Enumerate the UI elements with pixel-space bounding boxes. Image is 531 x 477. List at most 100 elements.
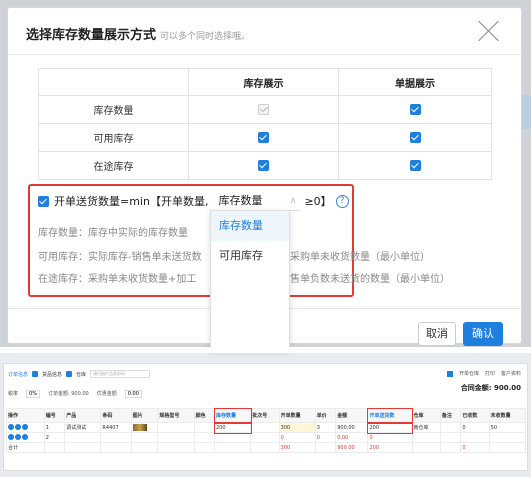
cell-batch[interactable] [250, 432, 280, 443]
help-icon[interactable]: ? [335, 194, 349, 208]
row-actions[interactable] [6, 432, 45, 443]
col-stock: 库存数量 [213, 407, 252, 424]
checkbox-transit-inventory[interactable] [258, 159, 269, 171]
barcode-search-input[interactable]: 请扫描产品条形码 [90, 370, 151, 378]
dropdown-option-stock[interactable]: 库存数量 [211, 211, 289, 241]
chevron-up-icon: ∧ [289, 196, 297, 206]
copy-icon[interactable] [15, 434, 21, 441]
total-deliver: 200 [367, 442, 413, 453]
cell-batch[interactable] [250, 422, 280, 433]
col-warehouse: 仓库 [411, 408, 441, 423]
copy-icon[interactable] [15, 424, 21, 431]
formula-checkbox[interactable] [38, 195, 49, 207]
header-divider [8, 54, 521, 55]
checkbox-open-warehouse[interactable] [446, 370, 453, 377]
cell-unreceived [488, 432, 527, 443]
tab-order-info[interactable]: 订单信息 [8, 371, 28, 378]
col-amount: 金额 [335, 408, 369, 423]
total-value: 900.00 [493, 384, 521, 392]
cell-warehouse[interactable]: 南仓库 [411, 422, 441, 433]
table-header-row: 操作 编号 产品 条码 图片 规格型号 颜色 库存数量 批次号 开单数量 单价 … [6, 407, 527, 424]
cell-amount: 900.00 [335, 422, 369, 433]
table-row: 1 调试测试 R4407 200 300 3 900.00 200 南仓库 0 … [6, 421, 527, 434]
cell-image [130, 422, 159, 433]
action-print[interactable]: 打印 [485, 370, 495, 377]
total-row-label: 合计 [6, 442, 45, 453]
col-remark: 备注 [439, 408, 462, 423]
tab-goods[interactable]: 货品信息 [42, 371, 62, 378]
row-label: 库存数量 [38, 95, 189, 124]
cell-qty[interactable]: 300 [278, 422, 316, 433]
col-no: 编号 [43, 408, 66, 423]
col-color: 颜色 [193, 408, 216, 423]
order-toolbar: 订单信息 货品信息 仓库 请扫描产品条形码 [8, 370, 151, 378]
cell-product[interactable] [64, 432, 102, 443]
cell-stock: 200 [213, 421, 252, 434]
delete-icon[interactable] [22, 424, 28, 431]
cell-stock [214, 432, 252, 443]
checkbox-stock-document[interactable] [409, 103, 421, 115]
dialog-title: 选择库存数量展示方式 可以多个同时选择哦。 [26, 24, 250, 43]
tab-warehouse[interactable]: 仓库 [76, 371, 86, 378]
col-product: 产品 [64, 408, 102, 423]
col-deliver: 开单送货数 [366, 407, 414, 424]
stock-type-select[interactable]: 库存数量 ∧ [216, 191, 301, 211]
cell-remark[interactable] [439, 432, 462, 443]
discount-input[interactable]: 0.00 [124, 390, 142, 398]
checkbox-warehouse[interactable] [66, 371, 73, 377]
cell-qty[interactable]: 0 [278, 432, 316, 443]
table-header-empty [38, 68, 189, 96]
row-label: 可用库存 [38, 123, 189, 152]
row-actions[interactable] [6, 422, 45, 433]
table-header-inventory: 库存展示 [188, 68, 339, 96]
cell-deliver[interactable]: 200 [366, 421, 414, 434]
cell-color [193, 422, 216, 433]
checkbox-transit-document[interactable] [409, 159, 421, 171]
table-row: 在途库存 [38, 151, 492, 180]
tax-select[interactable]: 0% [26, 390, 40, 398]
checkbox-goods[interactable] [32, 371, 39, 377]
table-row: 可用库存 [38, 123, 492, 152]
total-label: 合同金额: [460, 384, 492, 392]
cell-deliver[interactable]: 0 [367, 432, 413, 443]
cell-price[interactable]: 0 [314, 432, 337, 443]
dialog-title-text: 选择库存数量展示方式 [26, 28, 157, 43]
checkbox-available-inventory[interactable] [258, 131, 269, 143]
delete-icon[interactable] [22, 434, 28, 441]
cell-price[interactable]: 3 [314, 422, 337, 433]
order-items-table: 操作 编号 产品 条码 图片 规格型号 颜色 库存数量 批次号 开单数量 单价 … [6, 407, 527, 453]
table-row: 2 0 0 0.00 0 [6, 432, 527, 443]
section-separator [0, 347, 531, 353]
cell-code: R4407 [100, 422, 132, 433]
add-icon[interactable] [8, 434, 14, 441]
stock-type-selected: 库存数量 [218, 194, 263, 207]
desc-transit-a: 在途库存：采购单未收货数量+加工 [38, 274, 197, 285]
cell-image [130, 432, 159, 443]
col-spec: 规格型号 [157, 408, 195, 423]
close-icon[interactable] [478, 20, 500, 42]
cell-unreceived: 50 [488, 422, 527, 433]
order-amount: 订单金额: 900.00 [47, 391, 89, 397]
dialog-subtitle: 可以多个同时选择哦。 [160, 32, 251, 42]
checkbox-available-document[interactable] [409, 131, 421, 143]
table-row: 库存数量 [38, 95, 492, 124]
cell-warehouse[interactable] [411, 432, 441, 443]
add-icon[interactable] [8, 424, 14, 431]
row-label: 在途库存 [38, 151, 189, 180]
table-total-row: 合计 300 900.00 200 0 [6, 442, 527, 453]
col-ops: 操作 [6, 408, 45, 423]
dropdown-option-available[interactable]: 可用库存 [211, 241, 289, 271]
desc-stock: 库存数量：库存中实际的库存数量 [38, 228, 188, 239]
action-customer[interactable]: 客户资料 [501, 370, 521, 377]
col-code: 条码 [100, 408, 132, 423]
total-amount: 900.00 [335, 442, 369, 453]
cell-remark[interactable] [439, 422, 462, 433]
cancel-button[interactable]: 取消 [418, 322, 456, 346]
confirm-button[interactable]: 确认 [463, 322, 503, 346]
action-open-warehouse[interactable]: 开单仓库 [459, 370, 479, 377]
cell-code [100, 432, 132, 443]
cell-received [460, 432, 490, 443]
total-qty: 300 [278, 442, 316, 453]
table-header-document: 单据展示 [338, 68, 492, 96]
cell-no: 2 [43, 432, 66, 443]
